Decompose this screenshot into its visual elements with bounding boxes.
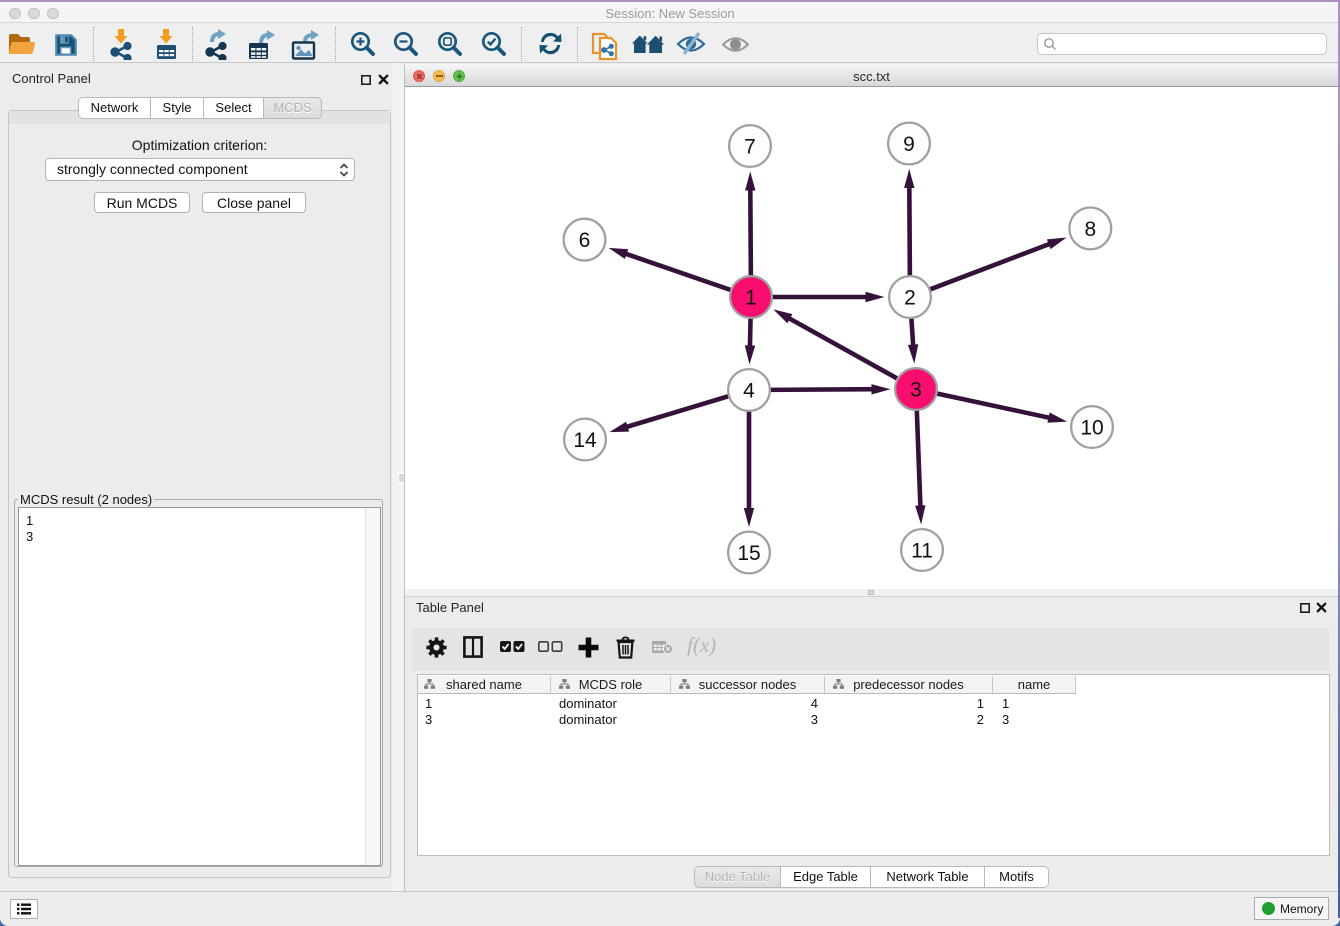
svg-text:8: 8	[1084, 218, 1096, 241]
svg-text:11: 11	[911, 540, 933, 563]
svg-text:1: 1	[745, 287, 757, 310]
svg-text:15: 15	[737, 542, 760, 565]
svg-text:2: 2	[904, 287, 916, 310]
svg-text:4: 4	[743, 380, 755, 403]
svg-text:9: 9	[903, 133, 915, 156]
svg-text:3: 3	[910, 379, 922, 402]
svg-text:7: 7	[744, 136, 756, 159]
svg-text:10: 10	[1080, 417, 1103, 440]
svg-text:6: 6	[579, 229, 591, 252]
svg-text:14: 14	[573, 429, 597, 452]
